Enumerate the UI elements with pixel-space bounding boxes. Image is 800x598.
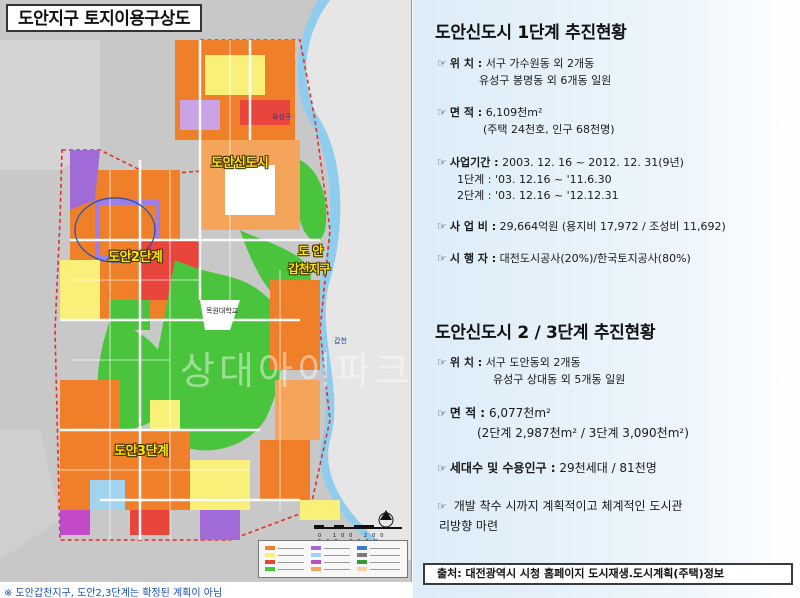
phase1-title: 도안신도시 1단계 추진현황 bbox=[435, 23, 627, 43]
phase1-location: ☞ 위 치 : 서구 가수원동 외 2개동 bbox=[437, 57, 595, 70]
hand-pointing-icon: ☞ bbox=[437, 252, 447, 265]
hand-pointing-icon: ☞ bbox=[437, 462, 447, 475]
phase1-area-line2: (주택 24천호, 인구 68천명) bbox=[483, 123, 615, 136]
hand-pointing-icon: ☞ bbox=[437, 106, 447, 119]
land-use-map: 도안지구 토지이용구상도 도안신도시 도안2단계 도안3단계 도 안 갑천지구 … bbox=[0, 0, 412, 582]
map-footnote: ※ 도안갑천지구, 도안2,3단계는 확정된 계획이 아님 bbox=[4, 588, 223, 598]
phase1-location-line2: 유성구 봉명동 외 6개동 일원 bbox=[479, 74, 612, 87]
phase1-period: ☞ 사업기간 : 2003. 12. 16 ~ 2012. 12. 31(9년) bbox=[437, 156, 684, 169]
map-legend bbox=[258, 540, 408, 578]
map-title: 도안지구 토지이용구상도 bbox=[6, 4, 202, 32]
phase1-period-line2: 1단계 : '03. 12.16 ~ '11.6.30 bbox=[457, 173, 612, 186]
zone-label-gapcheon-1: 도 안 bbox=[298, 244, 323, 258]
label-station: 유성구 bbox=[272, 113, 292, 121]
phase23-area: ☞ 면 적 : 6,077천m² bbox=[437, 406, 551, 420]
info-panel: 도안신도시 1단계 추진현황 ☞ 위 치 : 서구 가수원동 외 2개동 유성구 … bbox=[413, 0, 800, 598]
phase23-plan-line2: 리방향 마련 bbox=[439, 519, 499, 533]
phase23-location-line2: 유성구 상대동 외 5개동 일원 bbox=[493, 373, 626, 386]
phase1-area: ☞ 면 적 : 6,109천m² bbox=[437, 106, 543, 119]
phase1-cost: ☞ 사 업 비 : 29,664억원 (용지비 17,972 / 조성비 11,6… bbox=[437, 220, 726, 233]
label-university: 목원대학교 bbox=[206, 307, 239, 315]
phase23-households: ☞ 세대수 및 수용인구 : 29천세대 / 81천명 bbox=[437, 461, 657, 475]
label-river: 갑천 bbox=[334, 337, 347, 345]
hand-pointing-icon: ☞ bbox=[437, 356, 447, 369]
hand-pointing-icon: ☞ bbox=[437, 500, 447, 513]
phase1-period-line3: 2단계 : '03. 12.16 ~ '12.12.31 bbox=[457, 189, 619, 202]
source-note: 출처: 대전광역시 시청 홈페이지 도시재생.도시계획(주택)정보 bbox=[423, 563, 793, 585]
hand-pointing-icon: ☞ bbox=[437, 57, 447, 70]
map-drawing bbox=[0, 0, 411, 582]
scale-bar bbox=[314, 510, 402, 529]
zone-label-phase2: 도안2단계 bbox=[108, 250, 163, 265]
phase23-area-line2: (2단계 2,987천m² / 3단계 3,090천m²) bbox=[477, 426, 689, 440]
zone-label-phase3: 도안3단계 bbox=[114, 444, 169, 459]
hand-pointing-icon: ☞ bbox=[437, 407, 447, 420]
zone-label-gapcheon-2: 갑천지구 bbox=[288, 262, 331, 276]
phase23-title: 도안신도시 2 / 3단계 추진현황 bbox=[435, 323, 656, 343]
phase23-plan: ☞ 개발 착수 시까지 계획적이고 체계적인 도시관 bbox=[437, 499, 683, 513]
hand-pointing-icon: ☞ bbox=[437, 220, 447, 233]
phase23-location: ☞ 위 치 : 서구 도안동외 2개동 bbox=[437, 356, 581, 369]
phase1-executor: ☞ 시 행 자 : 대전도시공사(20%)/한국토지공사(80%) bbox=[437, 252, 691, 265]
zone-label-phase1: 도안신도시 bbox=[211, 156, 269, 171]
hand-pointing-icon: ☞ bbox=[437, 156, 447, 169]
